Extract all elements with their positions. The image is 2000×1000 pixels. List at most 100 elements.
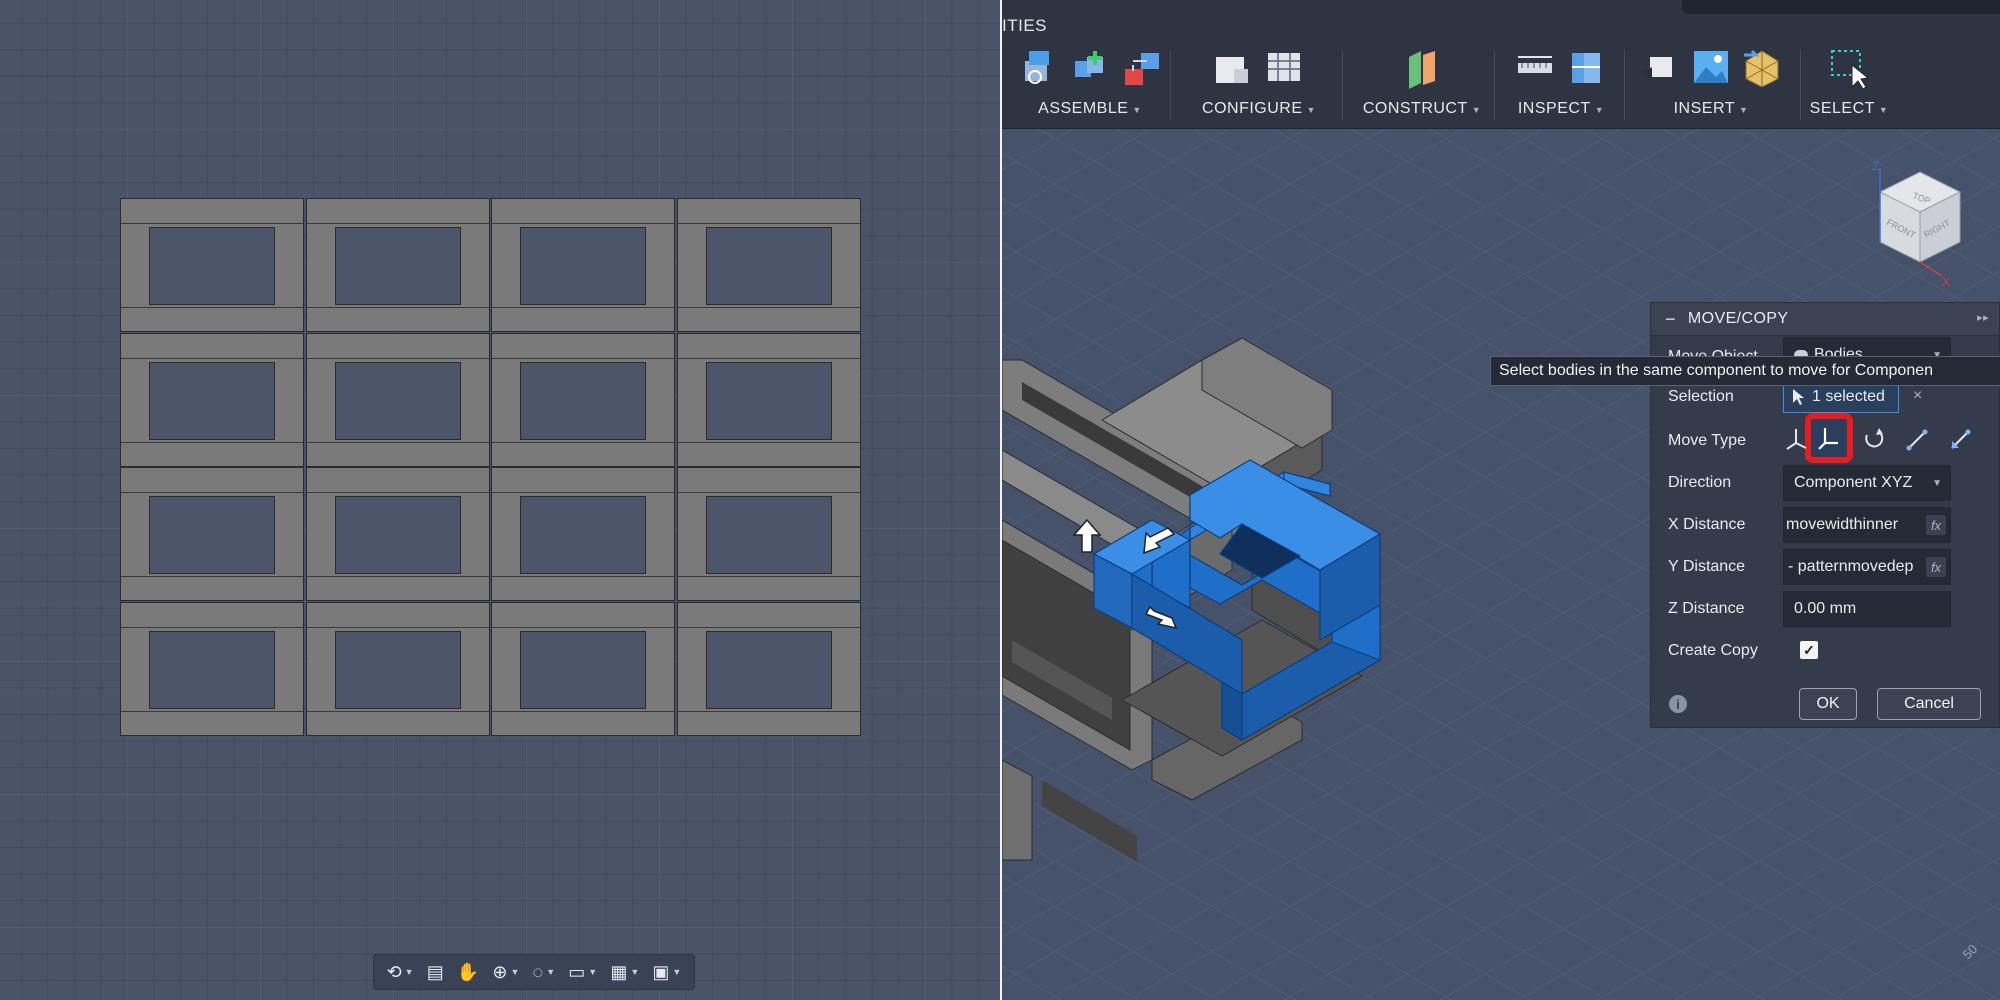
point-to-point-icon[interactable] xyxy=(1904,427,1930,453)
nav-button[interactable]: ▦ ▼ xyxy=(610,962,639,983)
toolbar-group-select: SELECT ▼ xyxy=(1808,44,1890,128)
info-icon[interactable]: i xyxy=(1669,695,1687,713)
body-edge xyxy=(492,492,674,493)
body-opening xyxy=(705,361,832,440)
x-distance-input[interactable]: movewidthinner fx xyxy=(1783,507,1951,543)
insert-derive-icon[interactable] xyxy=(1638,47,1680,89)
chevron-down-icon: ▼ xyxy=(546,967,556,977)
nav-button[interactable]: ▣ ▼ xyxy=(652,962,681,983)
collapse-icon[interactable]: − xyxy=(1665,309,1676,330)
body-opening xyxy=(149,227,275,305)
body-cell[interactable] xyxy=(491,198,675,332)
navigation-toolbar: ⟲ ▼ ▤ ✋ ⊕ ▼ ◌ ▼ ▭ ▼ ▦ ▼ ▣ ▼ xyxy=(373,954,695,990)
joint-icon[interactable] xyxy=(1069,47,1111,89)
toolbar-group-insert: INSERT ▼ xyxy=(1632,44,1790,128)
body-edge xyxy=(677,492,860,493)
select-icon[interactable] xyxy=(1828,47,1870,89)
body-edge xyxy=(677,576,860,577)
top-view-viewport[interactable]: ⟲ ▼ ▤ ✋ ⊕ ▼ ◌ ▼ ▭ ▼ ▦ ▼ ▣ ▼ xyxy=(0,0,1000,1000)
viewports-icon: ▣ xyxy=(652,961,670,982)
fx-icon[interactable]: fx xyxy=(1926,515,1946,535)
z-distance-input[interactable]: 0.00 mm xyxy=(1783,591,1951,627)
body-cell[interactable] xyxy=(120,332,304,467)
body-cell[interactable] xyxy=(120,601,304,736)
nav-button[interactable]: ✋ xyxy=(457,962,479,983)
body-cell[interactable] xyxy=(120,198,304,332)
body-cell[interactable] xyxy=(676,332,861,467)
body-opening xyxy=(705,496,832,574)
body-cell[interactable] xyxy=(491,467,675,601)
dialog-header[interactable]: − MOVE/COPY ▸▸ xyxy=(1651,303,1999,336)
toolbar-icon-row xyxy=(1016,44,1164,92)
body-opening xyxy=(520,496,646,574)
toolbar-menu-inspect[interactable]: INSPECT ▼ xyxy=(1502,100,1620,118)
rotate-icon[interactable] xyxy=(1861,427,1887,453)
body-edge xyxy=(492,626,674,628)
create-copy-checkbox[interactable]: ✓ xyxy=(1800,641,1818,659)
orbit-icon: ⟲ xyxy=(386,961,402,982)
body-edge xyxy=(121,492,303,493)
toolbar-separator xyxy=(1170,50,1171,120)
body-cell[interactable] xyxy=(305,467,490,601)
table-icon[interactable] xyxy=(1264,47,1306,89)
ok-button[interactable]: OK xyxy=(1799,688,1857,720)
toolbar-menu-construct[interactable]: CONSTRUCT ▼ xyxy=(1354,100,1490,118)
body-cell[interactable] xyxy=(676,601,861,736)
y-distance-value: - patternmovedep xyxy=(1788,558,1914,575)
insert-image-icon[interactable] xyxy=(1690,47,1732,89)
direction-label: Direction xyxy=(1668,474,1732,491)
direction-dropdown[interactable]: Component XYZ ▼ xyxy=(1783,465,1951,501)
body-opening xyxy=(705,630,832,709)
measure-icon[interactable] xyxy=(1514,47,1556,89)
fx-icon[interactable]: fx xyxy=(1926,557,1946,577)
configure-icon[interactable] xyxy=(1212,47,1254,89)
x-distance-label: X Distance xyxy=(1668,516,1746,533)
body-opening xyxy=(149,630,275,709)
body-cell[interactable] xyxy=(305,601,490,736)
offset-plane-icon[interactable] xyxy=(1401,47,1443,89)
body-cell[interactable] xyxy=(305,198,490,332)
body-cell[interactable] xyxy=(676,467,861,601)
translate-icon[interactable] xyxy=(1816,425,1842,451)
toolbar-menu-label: ASSEMBLE xyxy=(1038,100,1129,117)
expand-icon[interactable]: ▸▸ xyxy=(1977,311,1989,324)
axis-z-label: Z xyxy=(1872,160,1879,173)
free-move-icon[interactable] xyxy=(1783,427,1809,453)
body-cell[interactable] xyxy=(491,601,675,736)
toolbar-menu-assemble[interactable]: ASSEMBLE ▼ xyxy=(1016,100,1164,118)
viewcube[interactable]: TOP FRONT RIGHT Z X xyxy=(1842,160,1972,290)
nav-button[interactable]: ▭ ▼ xyxy=(568,962,597,983)
toolbar-menu-select[interactable]: SELECT ▼ xyxy=(1808,100,1890,118)
chevron-down-icon: ▼ xyxy=(1932,478,1942,489)
body-cell[interactable] xyxy=(676,198,861,332)
body-edge xyxy=(121,576,303,577)
nav-button[interactable]: ▤ xyxy=(427,962,444,983)
body-cell[interactable] xyxy=(305,332,490,467)
toolbar-title: ITIES xyxy=(1002,16,1048,35)
point-to-position-icon[interactable] xyxy=(1947,427,1973,453)
nav-button[interactable]: ◌ ▼ xyxy=(533,962,556,983)
create-copy-label: Create Copy xyxy=(1668,642,1758,659)
chevron-down-icon: ▼ xyxy=(510,967,520,977)
nav-button[interactable]: ⊕ ▼ xyxy=(492,962,519,983)
nav-button[interactable]: ⟲ ▼ xyxy=(387,962,414,983)
insert-mesh-icon[interactable] xyxy=(1742,47,1784,89)
clear-selection-icon[interactable]: × xyxy=(1913,387,1922,405)
chevron-down-icon: ▼ xyxy=(672,967,682,977)
body-opening xyxy=(334,227,461,305)
toolbar-separator xyxy=(1494,50,1495,120)
body-cell[interactable] xyxy=(120,467,304,601)
y-distance-input[interactable]: - patternmovedep fx xyxy=(1783,549,1951,585)
new-component-icon[interactable] xyxy=(1017,47,1059,89)
body-cell[interactable] xyxy=(491,332,675,467)
cancel-button[interactable]: Cancel xyxy=(1877,688,1981,720)
section-analysis-icon[interactable] xyxy=(1566,47,1608,89)
rigid-group-icon[interactable] xyxy=(1121,47,1163,89)
body-edge xyxy=(492,576,674,577)
perspective-viewport[interactable]: 50 ITIES ASSEMBLE ▼ CONFIGURE ▼ CONSTRUCT ▼ IN… xyxy=(1002,0,2000,1000)
direction-value: Component XYZ xyxy=(1794,474,1913,491)
toolbar-menu-label: INSPECT xyxy=(1517,100,1591,117)
toolbar-menu-configure[interactable]: CONFIGURE ▼ xyxy=(1184,100,1334,118)
display-settings-icon: ▭ xyxy=(568,961,586,982)
toolbar-menu-insert[interactable]: INSERT ▼ xyxy=(1632,100,1790,118)
